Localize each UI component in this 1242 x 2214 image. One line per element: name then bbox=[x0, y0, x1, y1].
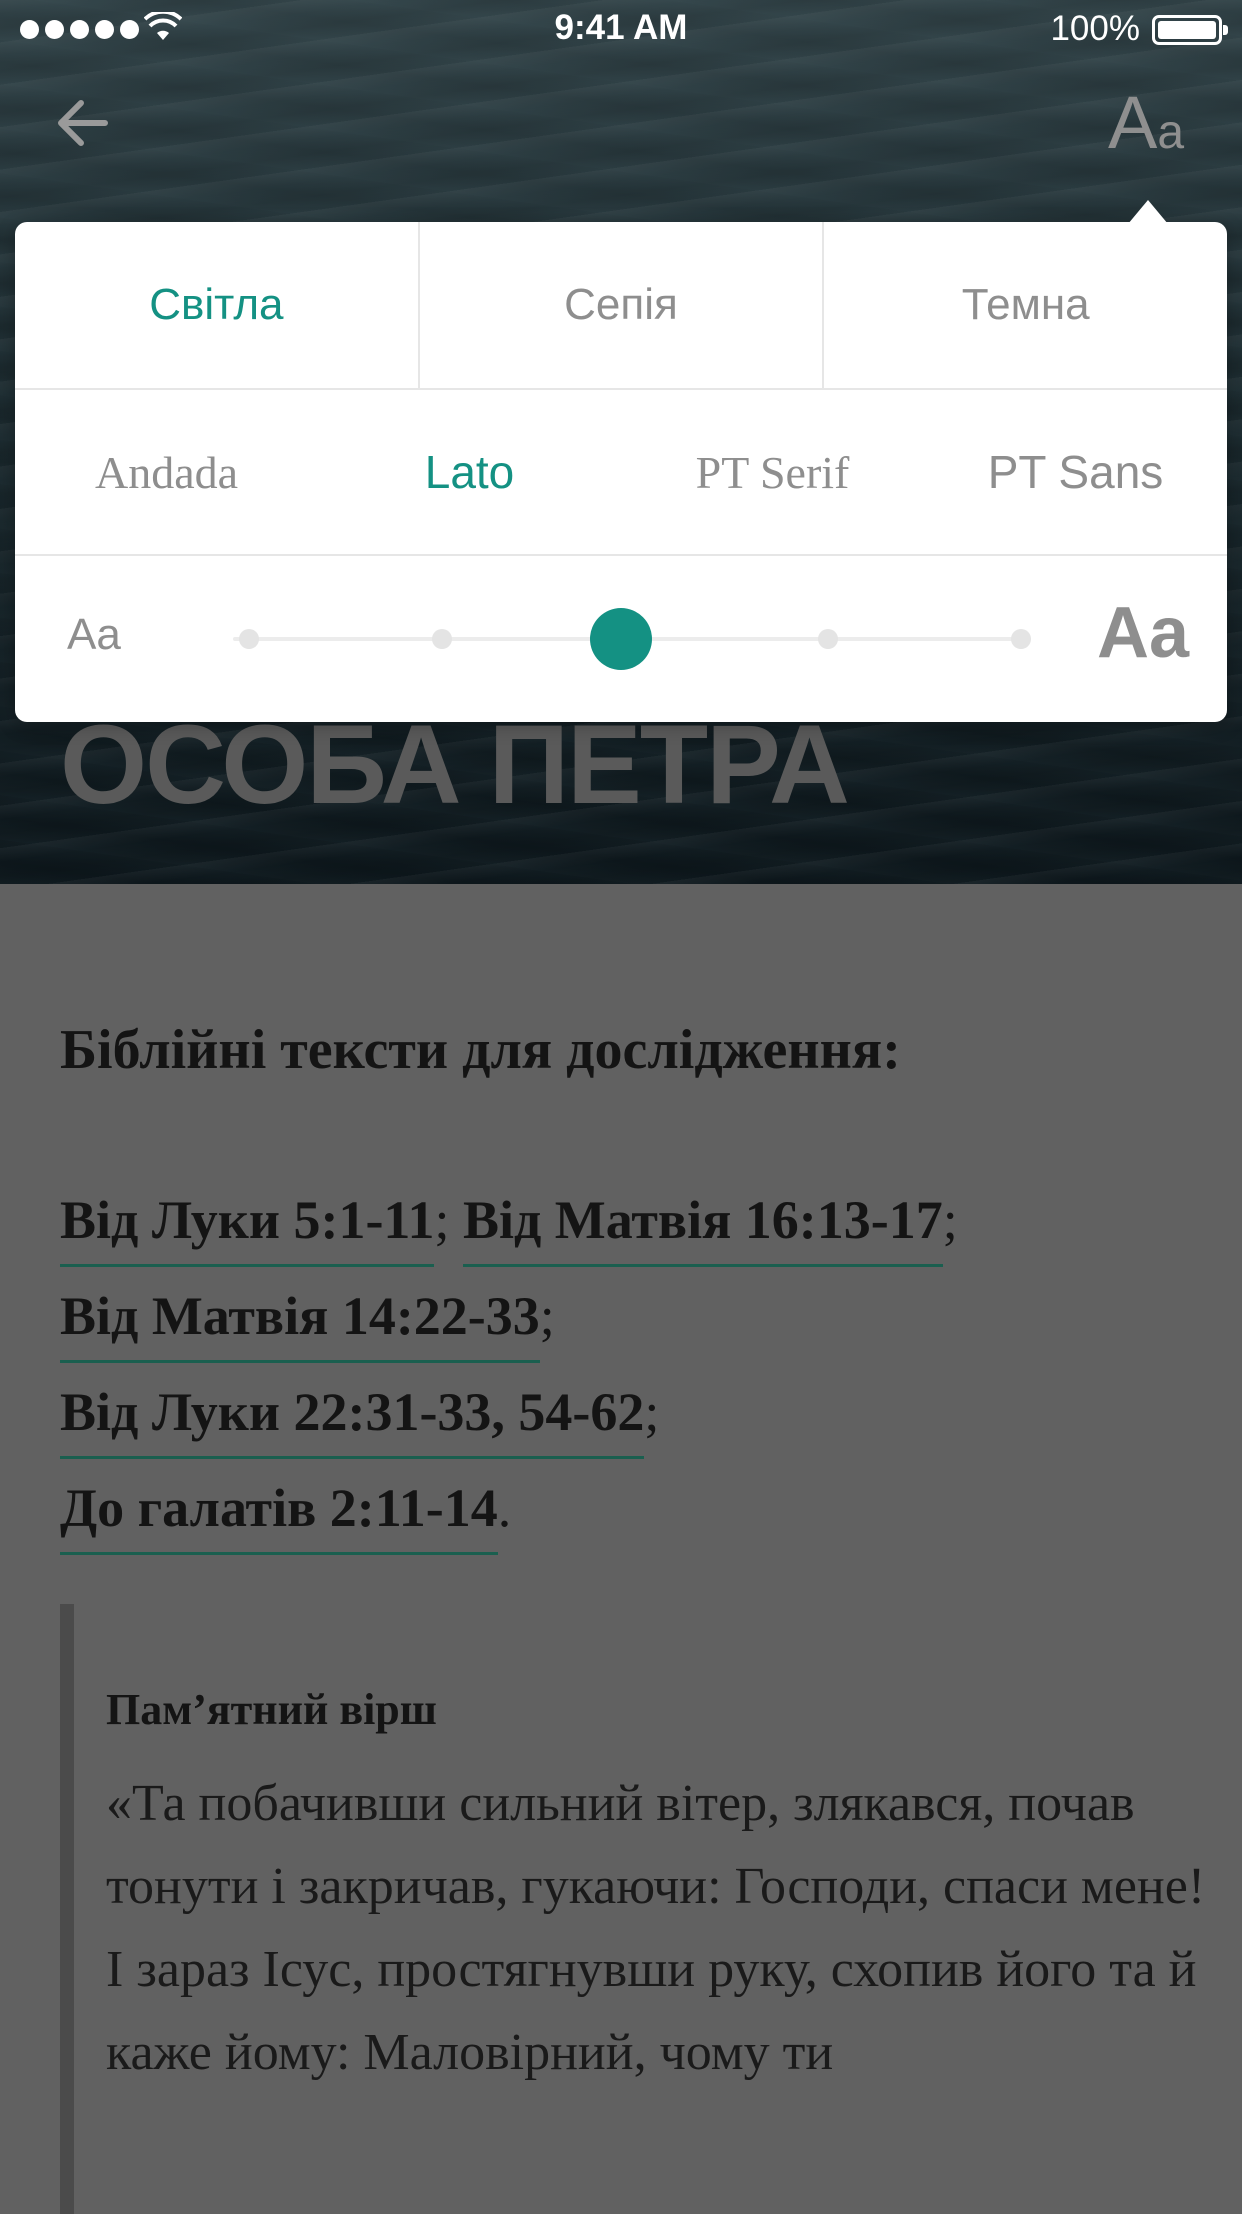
scripture-link[interactable]: Від Матвія 14:22-33 bbox=[60, 1286, 540, 1363]
font-lato-option[interactable]: Lato bbox=[318, 390, 621, 554]
font-selector: Andada Lato PT Serif PT Sans bbox=[15, 390, 1227, 556]
font-size-small-label: Aa bbox=[67, 610, 121, 659]
back-arrow-icon[interactable] bbox=[55, 95, 111, 151]
reference-separator: ; bbox=[434, 1190, 450, 1250]
battery-percent: 100% bbox=[1050, 9, 1140, 48]
font-size-step-dot[interactable] bbox=[818, 629, 838, 649]
scripture-link[interactable]: Від Луки 22:31-33, 54-62 bbox=[60, 1382, 645, 1459]
scripture-link[interactable]: До галатів 2:11-14 bbox=[60, 1478, 498, 1555]
popover-caret bbox=[1128, 200, 1168, 224]
text-settings-big-a: A bbox=[1108, 81, 1158, 164]
theme-dark-option[interactable]: Темна bbox=[822, 222, 1227, 388]
lesson-content: Біблійні тексти для дослідження: Від Лук… bbox=[0, 884, 1242, 2214]
font-size-large-label: Aa bbox=[1097, 593, 1190, 673]
reference-separator: . bbox=[497, 1478, 512, 1538]
blockquote-bar bbox=[60, 1604, 74, 2214]
text-settings-small-a: a bbox=[1157, 106, 1185, 159]
font-size-slider-knob[interactable] bbox=[590, 608, 652, 670]
memory-verse-text: «Та побачивши сильний вітер, злякався, п… bbox=[106, 1775, 1206, 2081]
font-size-step-dot[interactable] bbox=[239, 629, 259, 649]
font-pt-sans-option[interactable]: PT Sans bbox=[924, 390, 1227, 554]
font-pt-serif-option[interactable]: PT Serif bbox=[621, 390, 924, 554]
memory-verse-title: Пам’ятний вірш bbox=[106, 1685, 437, 1734]
text-settings-button[interactable]: Aa bbox=[1108, 80, 1184, 165]
font-andada-option[interactable]: Andada bbox=[15, 390, 318, 554]
battery-icon bbox=[1152, 15, 1228, 45]
scripture-references: Від Луки 5:1-11; Від Матвія 16:13-17; Ві… bbox=[60, 1172, 958, 1556]
status-bar: 9:41 AM 100% bbox=[0, 0, 1242, 60]
font-size-step-dot[interactable] bbox=[1011, 629, 1031, 649]
font-size-selector: Aa Aa bbox=[15, 556, 1227, 722]
reference-separator: ; bbox=[644, 1382, 660, 1442]
scripture-link[interactable]: Від Луки 5:1-11 bbox=[60, 1190, 435, 1267]
section-heading: Біблійні тексти для дослідження: bbox=[60, 1019, 901, 1081]
font-size-step-dot[interactable] bbox=[432, 629, 452, 649]
reading-settings-popover: Світла Сепія Темна Andada Lato PT Serif … bbox=[15, 222, 1227, 722]
reference-separator: ; bbox=[942, 1190, 958, 1250]
reference-separator: ; bbox=[539, 1286, 555, 1346]
theme-sepia-option[interactable]: Сепія bbox=[417, 222, 823, 388]
scripture-link[interactable]: Від Матвія 16:13-17 bbox=[462, 1190, 943, 1267]
theme-light-option[interactable]: Світла bbox=[15, 222, 418, 388]
theme-selector: Світла Сепія Темна bbox=[15, 222, 1227, 390]
